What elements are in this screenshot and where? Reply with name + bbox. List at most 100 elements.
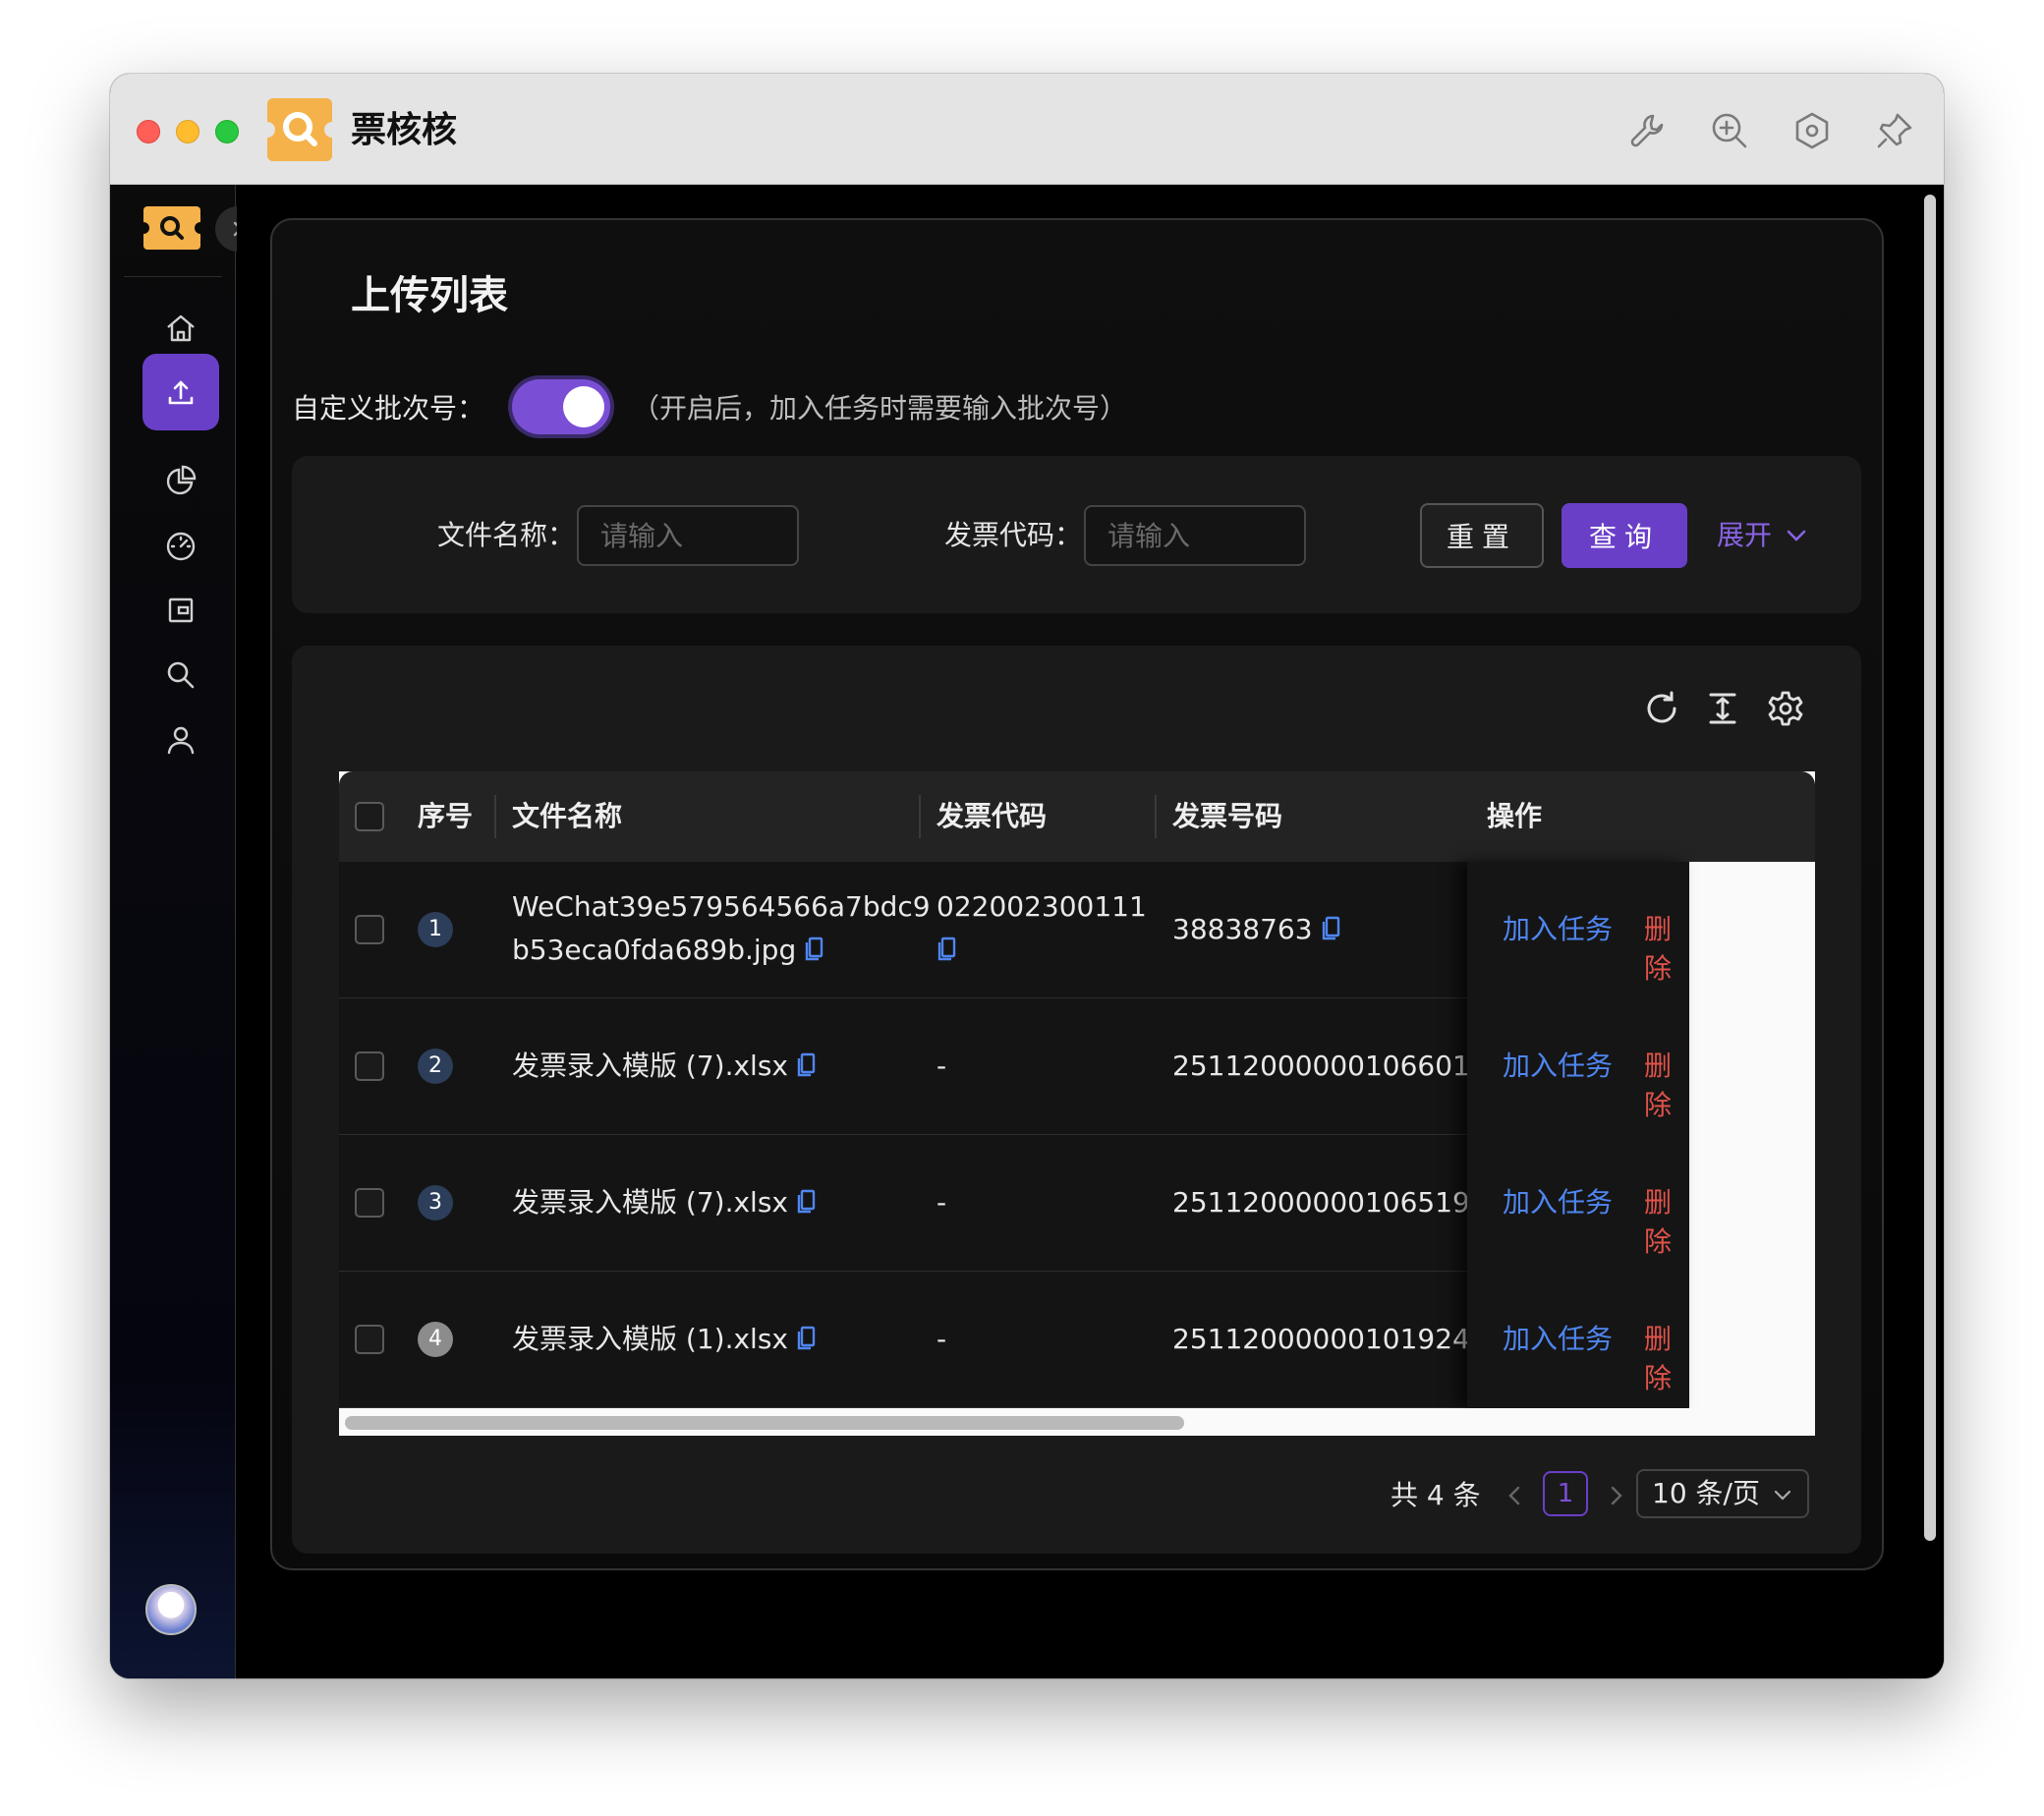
row-checkbox[interactable] [355,915,384,944]
reset-button[interactable]: 重置 [1420,503,1544,568]
row-invoice-code: - [937,1186,947,1219]
copy-icon[interactable] [796,1189,816,1215]
app-logo-icon [259,98,340,161]
copy-icon[interactable] [804,936,823,962]
row-file-name: WeChat39e579564566a7bdc9 b53eca0fda689b.… [512,885,931,972]
chevron-down-icon [1774,1490,1791,1501]
column-header-file-name: 文件名称 [512,800,623,832]
wrench-icon[interactable] [1626,110,1668,151]
add-task-link[interactable]: 加入任务 [1503,1318,1613,1357]
row-seq-badge: 2 [418,1049,453,1084]
invoice-code-input[interactable] [1084,505,1306,566]
user-avatar[interactable] [145,1584,197,1635]
page-size-value: 10 条/页 [1652,1477,1760,1509]
sidebar-item-upload[interactable] [142,354,219,430]
table-header: 序号 文件名称 发票代码 发票号码 操作 [339,771,1815,862]
row-seq-badge: 3 [418,1185,453,1220]
pagination-total: 共 4 条 [1391,1479,1481,1511]
custom-batch-hint: （开启后，加入任务时需要输入批次号） [632,392,1128,425]
expand-button[interactable]: 展开 [1717,503,1809,568]
row-invoice-code: 022002300111 [937,885,1147,972]
copy-icon[interactable] [937,936,956,962]
next-page-icon[interactable] [1605,1484,1626,1507]
query-button[interactable]: 查询 [1561,503,1687,568]
file-name-input[interactable] [577,505,799,566]
row-invoice-number: 251120000001019245 [1172,1323,1488,1355]
app-title: 票核核 [351,110,458,150]
copy-icon[interactable] [796,1326,816,1351]
user-icon [167,726,195,755]
minimize-window-button[interactable] [176,120,199,143]
add-task-link[interactable]: 加入任务 [1503,1181,1613,1220]
column-header-actions: 操作 [1487,800,1543,832]
sidebar [110,185,236,1678]
invoice-number-value: 38838763 [1172,913,1313,945]
row-invoice-number: 38838763 [1172,908,1340,951]
file-name-line: b53eca0fda689b.jpg [512,934,797,966]
scrollbar-thumb[interactable] [345,1416,1184,1430]
delete-link[interactable]: 删除 [1644,908,1689,987]
column-header-invoice-number: 发票号码 [1172,800,1283,832]
title-bar: 票核核 [110,74,1944,185]
column-header-invoice-code: 发票代码 [937,800,1048,832]
file-name-line: WeChat39e579564566a7bdc9 [512,890,931,923]
delete-link[interactable]: 删除 [1644,1318,1689,1396]
column-separator [494,795,496,838]
settings-hex-icon[interactable] [1791,110,1833,151]
row-checkbox[interactable] [355,1325,384,1354]
wallet-icon [168,597,194,623]
file-name-line: 发票录入模版 (7).xlsx [512,1186,788,1219]
file-name-line: 发票录入模版 (7).xlsx [512,1050,788,1082]
select-all-checkbox[interactable] [355,802,384,831]
column-separator [919,795,921,838]
row-file-name: 发票录入模版 (7).xlsx [512,1045,816,1088]
file-name-label: 文件名称： [437,519,576,551]
custom-batch-label: 自定义批次号： [292,392,485,425]
row-checkbox[interactable] [355,1051,384,1081]
table-card: 序号 文件名称 发票代码 发票号码 操作 1 WeChat39e57956456… [292,646,1861,1554]
upload-list-card: 上传列表 自定义批次号： （开启后，加入任务时需要输入批次号） 文件名称： 发票… [270,218,1884,1570]
add-task-link[interactable]: 加入任务 [1503,908,1613,947]
actions-column: 加入任务 删除 加入任务 删除 加入任务 删除 加入任务 删除 [1467,862,1689,1408]
gauge-icon [166,532,196,561]
expand-label: 展开 [1717,519,1773,551]
toggle-knob [563,386,605,427]
page-number-current[interactable]: 1 [1543,1471,1588,1516]
invoice-code-label: 发票代码： [944,519,1083,551]
page-size-select[interactable]: 10 条/页 [1636,1469,1809,1518]
pin-icon[interactable] [1874,110,1915,151]
chevron-down-icon [1787,530,1806,541]
row-file-name: 发票录入模版 (7).xlsx [512,1181,816,1224]
sidebar-item-user[interactable] [142,702,219,778]
row-file-name: 发票录入模版 (1).xlsx [512,1318,816,1361]
custom-batch-toggle[interactable] [512,379,611,434]
main-scrollbar[interactable] [1924,195,1936,1541]
pie-chart-icon [166,465,197,495]
close-window-button[interactable] [137,120,160,143]
zoom-in-icon[interactable] [1709,110,1750,151]
row-invoice-code: - [937,1323,947,1355]
page-title: 上传列表 [351,273,508,318]
gear-icon[interactable] [1766,689,1805,728]
home-icon [167,314,195,342]
prev-page-icon[interactable] [1505,1484,1526,1507]
maximize-window-button[interactable] [215,120,239,143]
search-icon [167,661,195,689]
column-height-icon[interactable] [1703,689,1742,728]
add-task-link[interactable]: 加入任务 [1503,1045,1613,1084]
main-content: 上传列表 自定义批次号： （开启后，加入任务时需要输入批次号） 文件名称： 发票… [237,185,1944,1678]
row-seq-badge: 4 [418,1322,453,1357]
copy-icon[interactable] [1321,916,1340,941]
row-checkbox[interactable] [355,1188,384,1218]
table-horizontal-scrollbar[interactable] [339,1408,1815,1436]
upload-icon [168,380,194,405]
copy-icon[interactable] [796,1052,816,1078]
column-separator [1155,795,1157,838]
column-header-seq: 序号 [418,800,474,832]
sidebar-divider [124,276,222,277]
delete-link[interactable]: 删除 [1644,1181,1689,1260]
refresh-icon[interactable] [1642,689,1681,728]
delete-link[interactable]: 删除 [1644,1045,1689,1123]
invoice-code-value: 022002300111 [937,890,1147,923]
row-invoice-number: 251120000001065194 [1172,1186,1488,1219]
